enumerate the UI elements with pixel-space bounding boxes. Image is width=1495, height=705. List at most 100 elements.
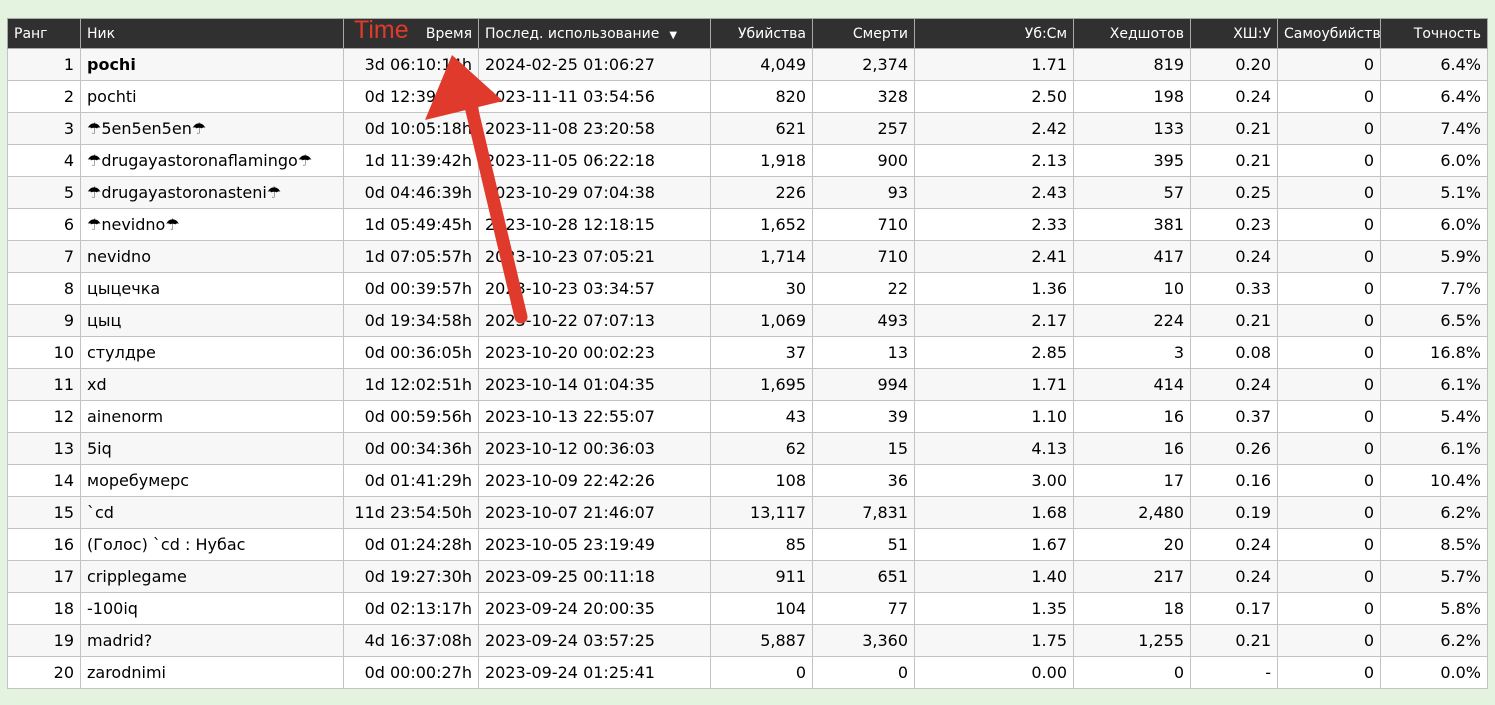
cell-deaths: 900	[812, 144, 915, 177]
col-header-hs-per-kill[interactable]: ХШ:У	[1190, 18, 1278, 49]
cell-accuracy: 5.8%	[1380, 592, 1488, 625]
cell-rank: 7	[7, 240, 81, 273]
cell-rank: 17	[7, 560, 81, 593]
cell-rank: 1	[7, 48, 81, 81]
cell-nick[interactable]: ainenorm	[80, 400, 344, 433]
cell-rank: 18	[7, 592, 81, 625]
cell-rank: 12	[7, 400, 81, 433]
cell-time: 0d 19:27:30h	[343, 560, 479, 593]
cell-kd: 1.68	[914, 496, 1074, 529]
table-row: 10 стулдре 0d 00:36:05h 2023-10-20 00:02:23…	[7, 336, 1488, 369]
cell-nick[interactable]: pochi	[80, 48, 344, 81]
cell-headshots: 17	[1073, 464, 1191, 497]
cell-deaths: 51	[812, 528, 915, 561]
cell-deaths: 36	[812, 464, 915, 497]
cell-kd: 2.33	[914, 208, 1074, 241]
cell-last-used: 2023-10-29 07:04:38	[478, 176, 711, 209]
player-stats-table-container: Ранг Ник Время Послед. использование ▼ Уб…	[7, 18, 1488, 689]
player-stats-table: Ранг Ник Время Послед. использование ▼ Уб…	[7, 18, 1488, 689]
cell-accuracy: 5.7%	[1380, 560, 1488, 593]
col-header-rank[interactable]: Ранг	[7, 18, 81, 49]
table-row: 7 nevidno 1d 07:05:57h 2023-10-23 07:05:21 1…	[7, 240, 1488, 273]
cell-time: 1d 05:49:45h	[343, 208, 479, 241]
cell-kills: 820	[710, 80, 813, 113]
cell-headshots: 414	[1073, 368, 1191, 401]
cell-kd: 2.43	[914, 176, 1074, 209]
cell-suicides: 0	[1277, 464, 1381, 497]
cell-time: 4d 16:37:08h	[343, 624, 479, 657]
cell-nick[interactable]: xd	[80, 368, 344, 401]
cell-suicides: 0	[1277, 528, 1381, 561]
cell-nick[interactable]: ☂drugayastoronasteni☂	[80, 176, 344, 209]
cell-last-used: 2023-10-13 22:55:07	[478, 400, 711, 433]
cell-rank: 14	[7, 464, 81, 497]
cell-last-used: 2023-09-25 00:11:18	[478, 560, 711, 593]
col-header-headshots[interactable]: Хедшотов	[1073, 18, 1191, 49]
cell-nick[interactable]: zarodnimi	[80, 656, 344, 689]
cell-accuracy: 7.4%	[1380, 112, 1488, 145]
cell-hs-per-kill: 0.37	[1190, 400, 1278, 433]
cell-time: 1d 07:05:57h	[343, 240, 479, 273]
table-row: 2 pochti 0d 12:39:52h 2023-11-11 03:54:56 82…	[7, 80, 1488, 113]
cell-deaths: 0	[812, 656, 915, 689]
cell-nick[interactable]: 5iq	[80, 432, 344, 465]
table-row: 14 моребумерс 0d 01:41:29h 2023-10-09 22:42…	[7, 464, 1488, 497]
cell-last-used: 2023-10-12 00:36:03	[478, 432, 711, 465]
col-header-accuracy[interactable]: Точность	[1380, 18, 1488, 49]
cell-headshots: 395	[1073, 144, 1191, 177]
cell-nick[interactable]: -100iq	[80, 592, 344, 625]
cell-headshots: 20	[1073, 528, 1191, 561]
cell-suicides: 0	[1277, 272, 1381, 305]
cell-headshots: 10	[1073, 272, 1191, 305]
table-row: 20 zarodnimi 0d 00:00:27h 2023-09-24 01:25:…	[7, 656, 1488, 689]
cell-hs-per-kill: 0.33	[1190, 272, 1278, 305]
cell-nick[interactable]: ☂5en5en5en☂	[80, 112, 344, 145]
cell-kills: 1,918	[710, 144, 813, 177]
cell-accuracy: 6.4%	[1380, 80, 1488, 113]
cell-nick[interactable]: цыцечка	[80, 272, 344, 305]
cell-time: 0d 10:05:18h	[343, 112, 479, 145]
cell-deaths: 651	[812, 560, 915, 593]
table-row: 15 `cd 11d 23:54:50h 2023-10-07 21:46:07 13,…	[7, 496, 1488, 529]
cell-nick[interactable]: моребумерс	[80, 464, 344, 497]
cell-nick[interactable]: madrid?	[80, 624, 344, 657]
cell-last-used: 2023-09-24 20:00:35	[478, 592, 711, 625]
cell-rank: 11	[7, 368, 81, 401]
cell-kills: 62	[710, 432, 813, 465]
table-row: 3 ☂5en5en5en☂ 0d 10:05:18h 2023-11-08 23:20…	[7, 112, 1488, 145]
cell-suicides: 0	[1277, 592, 1381, 625]
col-header-kd[interactable]: Уб:См	[914, 18, 1074, 49]
cell-last-used: 2023-11-05 06:22:18	[478, 144, 711, 177]
cell-suicides: 0	[1277, 176, 1381, 209]
cell-kills: 1,695	[710, 368, 813, 401]
col-header-nick[interactable]: Ник	[80, 18, 344, 49]
cell-last-used: 2024-02-25 01:06:27	[478, 48, 711, 81]
col-header-suicides[interactable]: Самоубийств	[1277, 18, 1381, 49]
cell-nick[interactable]: pochti	[80, 80, 344, 113]
cell-headshots: 16	[1073, 432, 1191, 465]
cell-nick[interactable]: ☂drugayastoronaflamingo☂	[80, 144, 344, 177]
cell-hs-per-kill: 0.24	[1190, 240, 1278, 273]
cell-nick[interactable]: `cd	[80, 496, 344, 529]
cell-nick[interactable]: nevidno	[80, 240, 344, 273]
cell-nick[interactable]: (Голос) `cd : Нубас	[80, 528, 344, 561]
cell-nick[interactable]: стулдре	[80, 336, 344, 369]
cell-kills: 1,069	[710, 304, 813, 337]
col-header-kills[interactable]: Убийства	[710, 18, 813, 49]
cell-accuracy: 16.8%	[1380, 336, 1488, 369]
cell-time: 0d 00:39:57h	[343, 272, 479, 305]
cell-nick[interactable]: ☂nevidno☂	[80, 208, 344, 241]
cell-nick[interactable]: cripplegame	[80, 560, 344, 593]
cell-suicides: 0	[1277, 144, 1381, 177]
cell-nick[interactable]: цыц	[80, 304, 344, 337]
cell-kd: 2.17	[914, 304, 1074, 337]
cell-kd: 1.36	[914, 272, 1074, 305]
cell-headshots: 2,480	[1073, 496, 1191, 529]
col-header-last-used[interactable]: Послед. использование ▼	[478, 18, 711, 49]
cell-deaths: 77	[812, 592, 915, 625]
cell-hs-per-kill: 0.21	[1190, 112, 1278, 145]
col-header-deaths[interactable]: Смерти	[812, 18, 915, 49]
cell-time: 0d 00:34:36h	[343, 432, 479, 465]
cell-time: 0d 12:39:52h	[343, 80, 479, 113]
table-row: 16 (Голос) `cd : Нубас 0d 01:24:28h 2023-10…	[7, 528, 1488, 561]
